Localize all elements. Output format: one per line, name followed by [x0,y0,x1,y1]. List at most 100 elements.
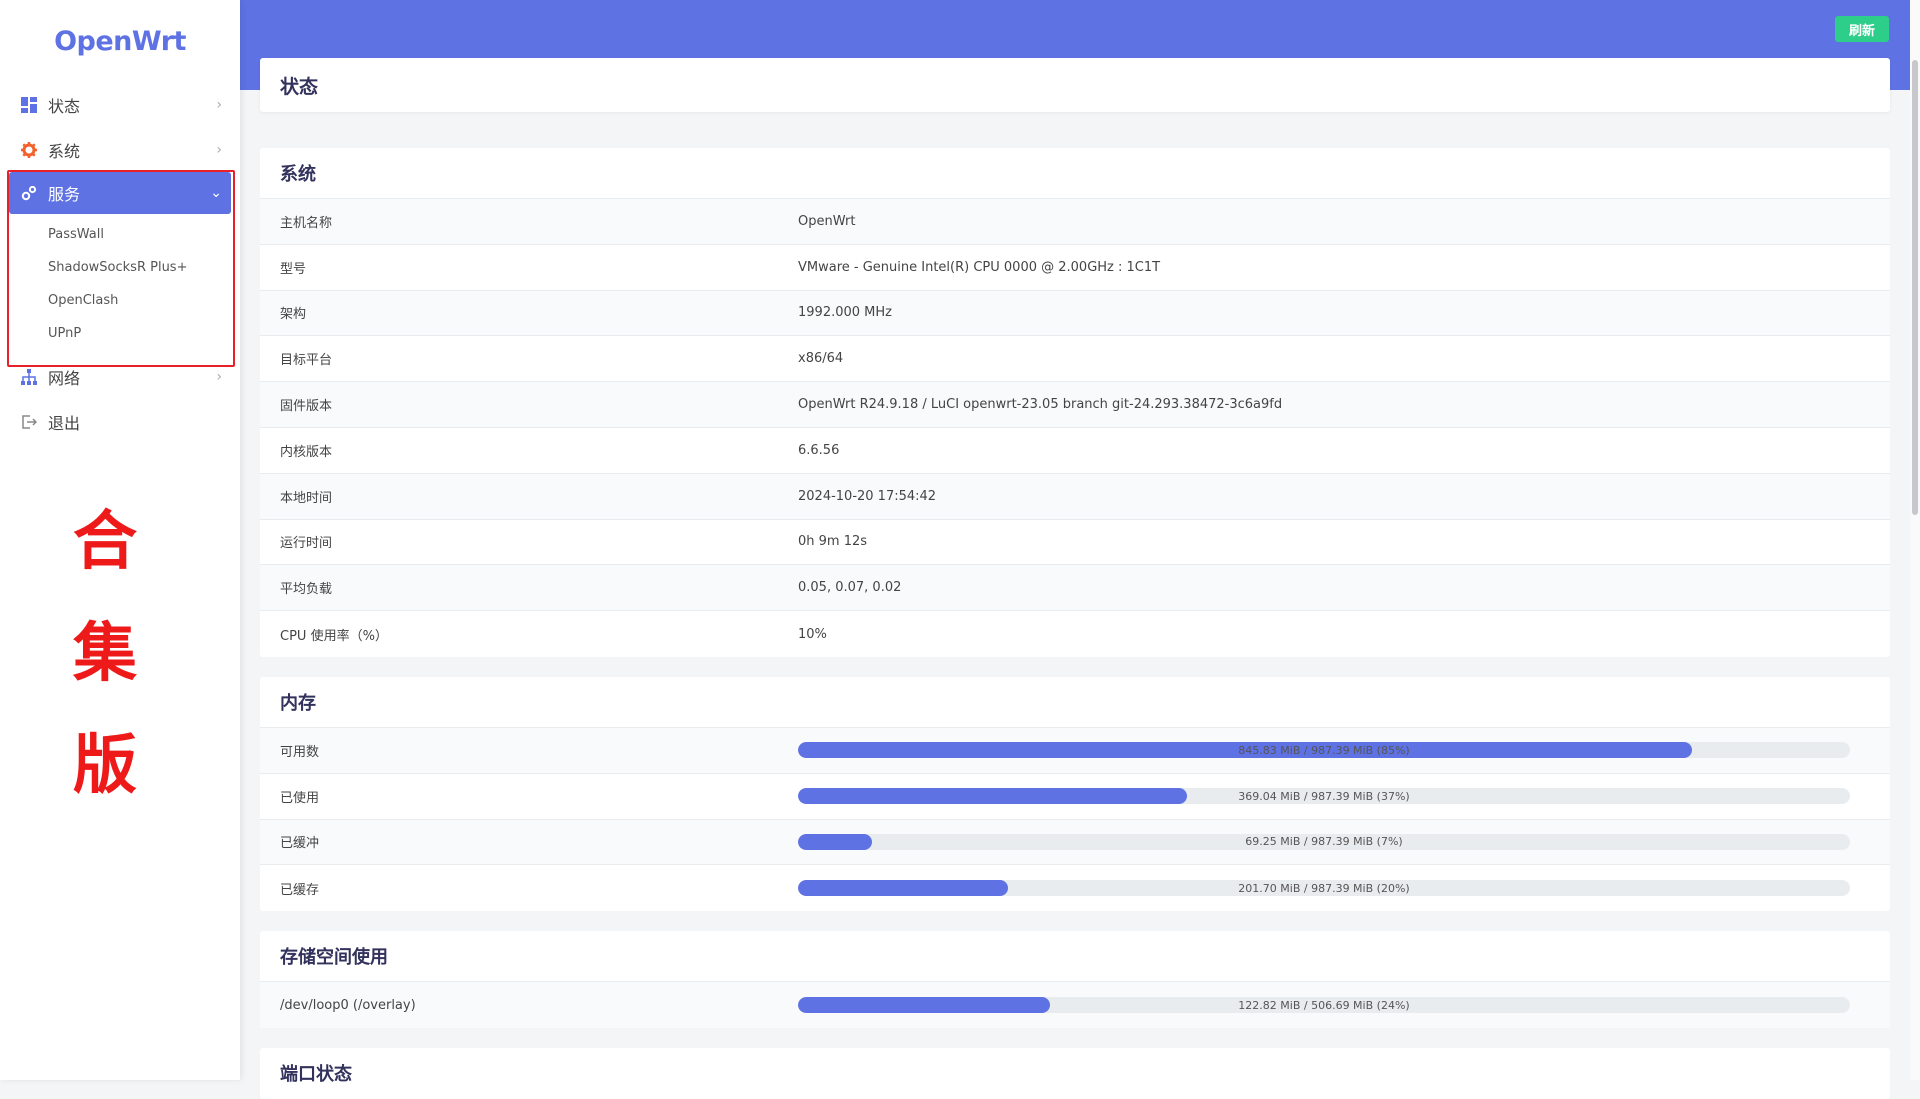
refresh-button[interactable]: 刷新 [1835,16,1889,42]
ports-card: 端口状态 [260,1047,1890,1099]
table-row: 可用数 845.83 MiB / 987.39 MiB (85%) [260,727,1890,774]
logo[interactable]: OpenWrt [0,0,240,82]
progress-bar-text: 369.04 MiB / 987.39 MiB (37%) [1238,789,1410,803]
logout-icon [20,413,38,431]
system-card-title: 系统 [260,148,1890,199]
sidebar-item-network[interactable]: 网络 › [0,354,240,399]
table-row: 主机名称 OpenWrt [260,199,1890,245]
row-value: 369.04 MiB / 987.39 MiB (37%) [798,788,1890,805]
sidebar-item-logout[interactable]: 退出 [0,399,240,444]
progress-bar: 845.83 MiB / 987.39 MiB (85%) [798,742,1850,759]
row-key: 运行时间 [280,536,333,552]
storage-card-title: 存储空间使用 [260,931,1890,983]
table-row: CPU 使用率（%） 10% [260,611,1890,657]
row-key: CPU 使用率（%） [280,628,388,644]
sidebar-item-label: 状态 [48,96,81,116]
table-row: 运行时间 0h 9m 12s [260,520,1890,566]
row-key: 平均负载 [280,582,333,598]
ports-card-title: 端口状态 [280,1064,352,1086]
row-value: 2024-10-20 17:54:42 [798,488,937,504]
submenu-item-passwall[interactable]: PassWall [0,218,240,251]
sidebar-item-system[interactable]: 系统 › [0,127,240,172]
progress-bar: 122.82 MiB / 506.69 MiB (24%) [798,997,1850,1014]
row-key: 已使用 [280,790,320,806]
sidebar-item-label: 服务 [48,185,81,204]
progress-bar: 369.04 MiB / 987.39 MiB (37%) [798,788,1850,805]
chevron-right-icon: › [216,368,222,385]
row-value: 69.25 MiB / 987.39 MiB (7%) [798,833,1890,850]
row-key: /dev/loop0 (/overlay) [280,997,416,1013]
main-content: 状态 系统 主机名称 OpenWrt 型号 VMware - Genuine Inte… [260,58,1890,1099]
row-value: x86/64 [798,351,844,367]
table-row: 固件版本 OpenWrt R24.9.18 / LuCI openwrt-23.0… [260,382,1890,428]
chevron-down-icon: ⌄ [210,185,222,201]
progress-bar-text: 845.83 MiB / 987.39 MiB (85%) [1238,743,1410,757]
row-value: 845.83 MiB / 987.39 MiB (85%) [798,742,1890,759]
progress-bar-text: 69.25 MiB / 987.39 MiB (7%) [1245,835,1403,849]
table-row: 架构 1992.000 MHz [260,290,1890,337]
sidebar-nav: 状态 › 系统 › 服务 ⌄ PassWall ShadowSocksR Plu… [0,82,240,444]
row-value: 0h 9m 12s [798,534,868,550]
storage-card: 存储空间使用 /dev/loop0 (/overlay) 122.82 MiB /… [260,931,1890,1028]
row-value: 122.82 MiB / 506.69 MiB (24%) [798,997,1890,1014]
progress-bar: 69.25 MiB / 987.39 MiB (7%) [798,833,1850,850]
sidebar-item-label: 网络 [48,368,81,388]
row-value: OpenWrt [798,213,856,229]
row-key: 固件版本 [280,399,333,415]
table-row: 已使用 369.04 MiB / 987.39 MiB (37%) [260,774,1890,820]
row-value: VMware - Genuine Intel(R) CPU 0000 @ 2.0… [798,259,1161,275]
memory-table: 可用数 845.83 MiB / 987.39 MiB (85%) 已使用 369.0… [260,727,1890,911]
progress-bar-text: 201.70 MiB / 987.39 MiB (20%) [1238,881,1410,895]
memory-card-title: 内存 [260,677,1890,728]
row-value: OpenWrt R24.9.18 / LuCI openwrt-23.05 br… [798,397,1283,413]
scrollbar[interactable] [1910,0,1920,1080]
sidebar-item-label: 退出 [48,413,81,433]
gear-icon [20,141,38,159]
row-key: 可用数 [280,744,320,760]
row-key: 架构 [280,307,307,323]
system-table: 主机名称 OpenWrt 型号 VMware - Genuine Intel(R) C… [260,199,1890,657]
table-row: 已缓冲 69.25 MiB / 987.39 MiB (7%) [260,819,1890,866]
chevron-right-icon: › [216,141,222,158]
gears-icon [20,184,38,202]
table-row: 型号 VMware - Genuine Intel(R) CPU 0000 @ 2… [260,245,1890,291]
row-key: 已缓存 [280,882,320,898]
submenu-item-upnp[interactable]: UPnP [0,317,240,350]
progress-bar-text: 122.82 MiB / 506.69 MiB (24%) [1238,998,1410,1012]
table-row: /dev/loop0 (/overlay) 122.82 MiB / 506.69… [260,982,1890,1028]
row-value: 1992.000 MHz [798,305,892,321]
progress-bar: 201.70 MiB / 987.39 MiB (20%) [798,880,1850,897]
table-row: 平均负载 0.05, 0.07, 0.02 [260,565,1890,612]
dashboard-icon [20,96,38,114]
table-row: 目标平台 x86/64 [260,336,1890,383]
sidebar-item-label: 系统 [48,141,81,161]
row-value: 0.05, 0.07, 0.02 [798,580,902,596]
overlay-char-1: 合 [73,505,137,579]
table-row: 已缓存 201.70 MiB / 987.39 MiB (20%) [260,865,1890,911]
sidebar-item-services[interactable]: 服务 ⌄ [9,172,231,214]
page-title: 状态 [260,58,1890,112]
chevron-right-icon: › [216,96,222,113]
row-key: 本地时间 [280,490,333,506]
scrollbar-thumb[interactable] [1912,60,1918,515]
overlay-char-3: 版 [73,729,137,803]
row-key: 主机名称 [280,215,333,231]
submenu-item-ssr-plus[interactable]: ShadowSocksR Plus+ [0,251,240,284]
storage-table: /dev/loop0 (/overlay) 122.82 MiB / 506.69… [260,982,1890,1028]
network-icon [20,368,38,386]
memory-card: 内存 可用数 845.83 MiB / 987.39 MiB (85%) 已使用 36… [260,676,1890,912]
row-value: 201.70 MiB / 987.39 MiB (20%) [798,880,1890,897]
row-key: 型号 [280,261,307,277]
row-value: 6.6.56 [798,442,840,458]
row-key: 已缓冲 [280,836,320,852]
row-value: 10% [798,626,827,642]
row-key: 目标平台 [280,353,333,369]
row-key: 内核版本 [280,444,333,460]
sidebar: OpenWrt 状态 › 系统 › 服务 ⌄ PassWall ShadowSo… [0,0,240,1080]
submenu-item-openclash[interactable]: OpenClash [0,284,240,317]
table-row: 内核版本 6.6.56 [260,428,1890,474]
overlay-char-2: 集 [73,617,137,691]
sidebar-item-status[interactable]: 状态 › [0,82,240,127]
table-row: 本地时间 2024-10-20 17:54:42 [260,473,1890,520]
system-card: 系统 主机名称 OpenWrt 型号 VMware - Genuine Intel(R… [260,148,1890,657]
